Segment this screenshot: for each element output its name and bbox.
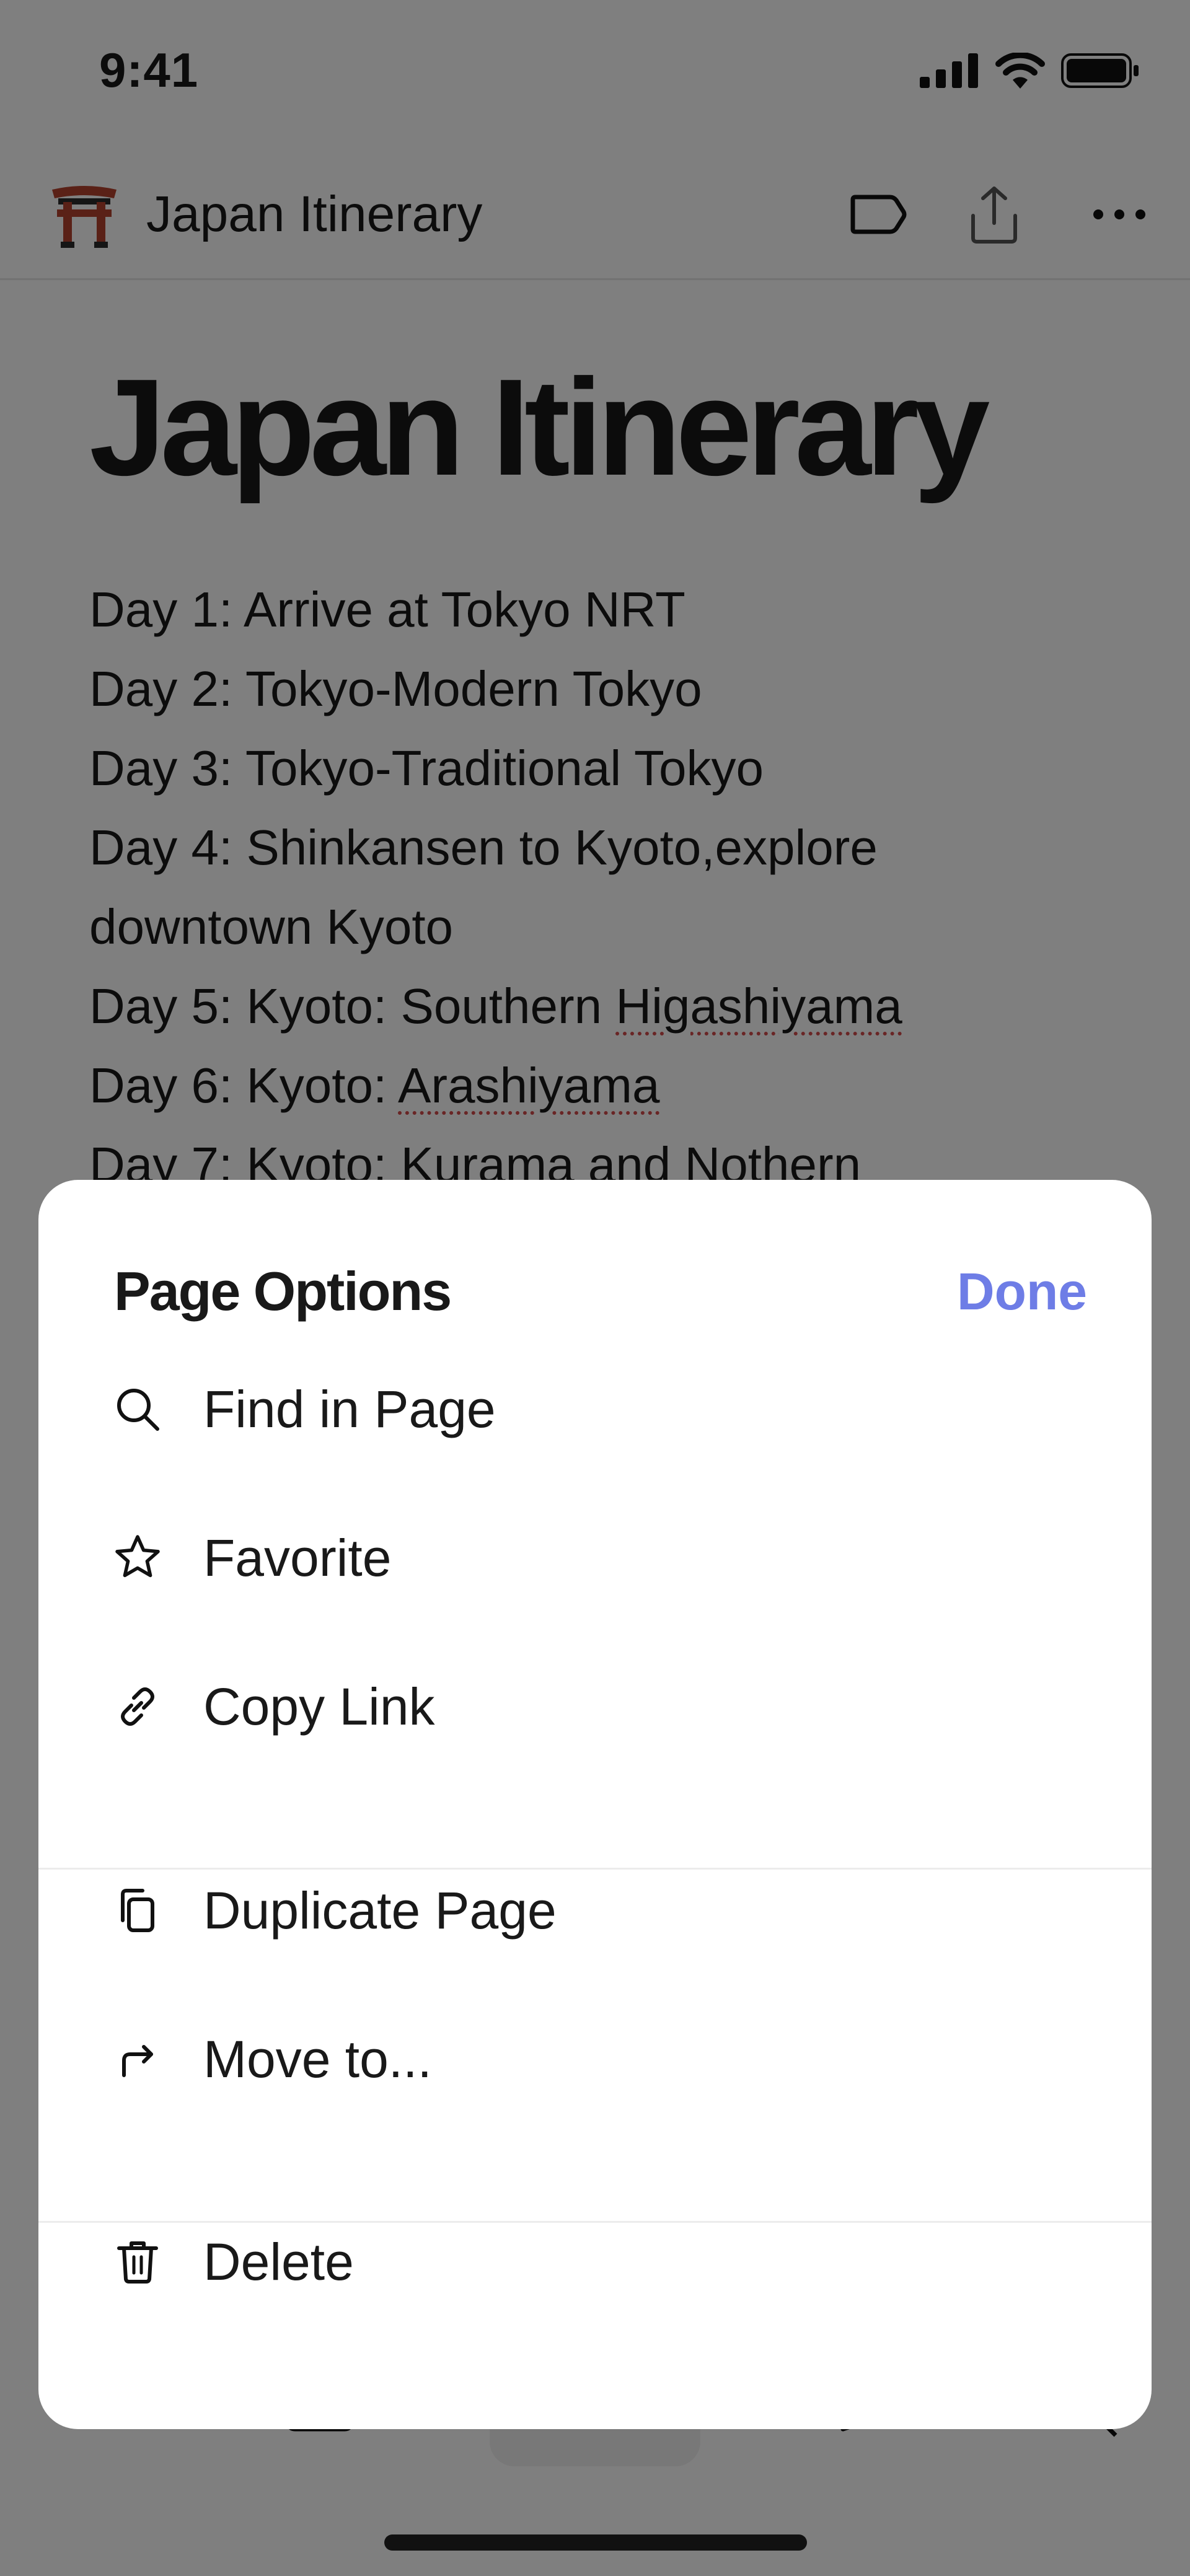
menu-item-favorite[interactable]: Favorite bbox=[38, 1490, 1152, 1626]
move-arrow-icon bbox=[122, 2045, 153, 2077]
menu-item-label: Favorite bbox=[203, 1529, 392, 1587]
menu-item-label: Find in Page bbox=[203, 1380, 496, 1438]
menu-item-label: Duplicate Page bbox=[203, 1881, 557, 1940]
menu-item-find-in-page[interactable]: Find in Page bbox=[38, 1341, 1152, 1477]
menu-item-copy-link[interactable]: Copy Link bbox=[38, 1638, 1152, 1775]
menu-item-label: Move to... bbox=[203, 2030, 432, 2088]
star-icon bbox=[115, 1535, 160, 1578]
sheet-title: Page Options bbox=[114, 1260, 452, 1322]
page-options-sheet: Page Options Done Find in Page Favorite … bbox=[38, 1180, 1152, 2429]
search-icon bbox=[117, 1389, 159, 1431]
menu-item-move-to[interactable]: Move to... bbox=[38, 1991, 1152, 2127]
menu-item-duplicate-page[interactable]: Duplicate Page bbox=[38, 1842, 1152, 1979]
trash-icon bbox=[117, 2241, 158, 2284]
duplicate-icon bbox=[121, 1889, 154, 1932]
link-icon bbox=[121, 1687, 154, 1726]
menu-item-label: Copy Link bbox=[203, 1677, 435, 1736]
menu-item-delete[interactable]: Delete bbox=[38, 2194, 1152, 2330]
menu-item-label: Delete bbox=[203, 2233, 354, 2291]
done-button[interactable]: Done bbox=[957, 1254, 1087, 1329]
home-indicator[interactable] bbox=[384, 2534, 807, 2551]
